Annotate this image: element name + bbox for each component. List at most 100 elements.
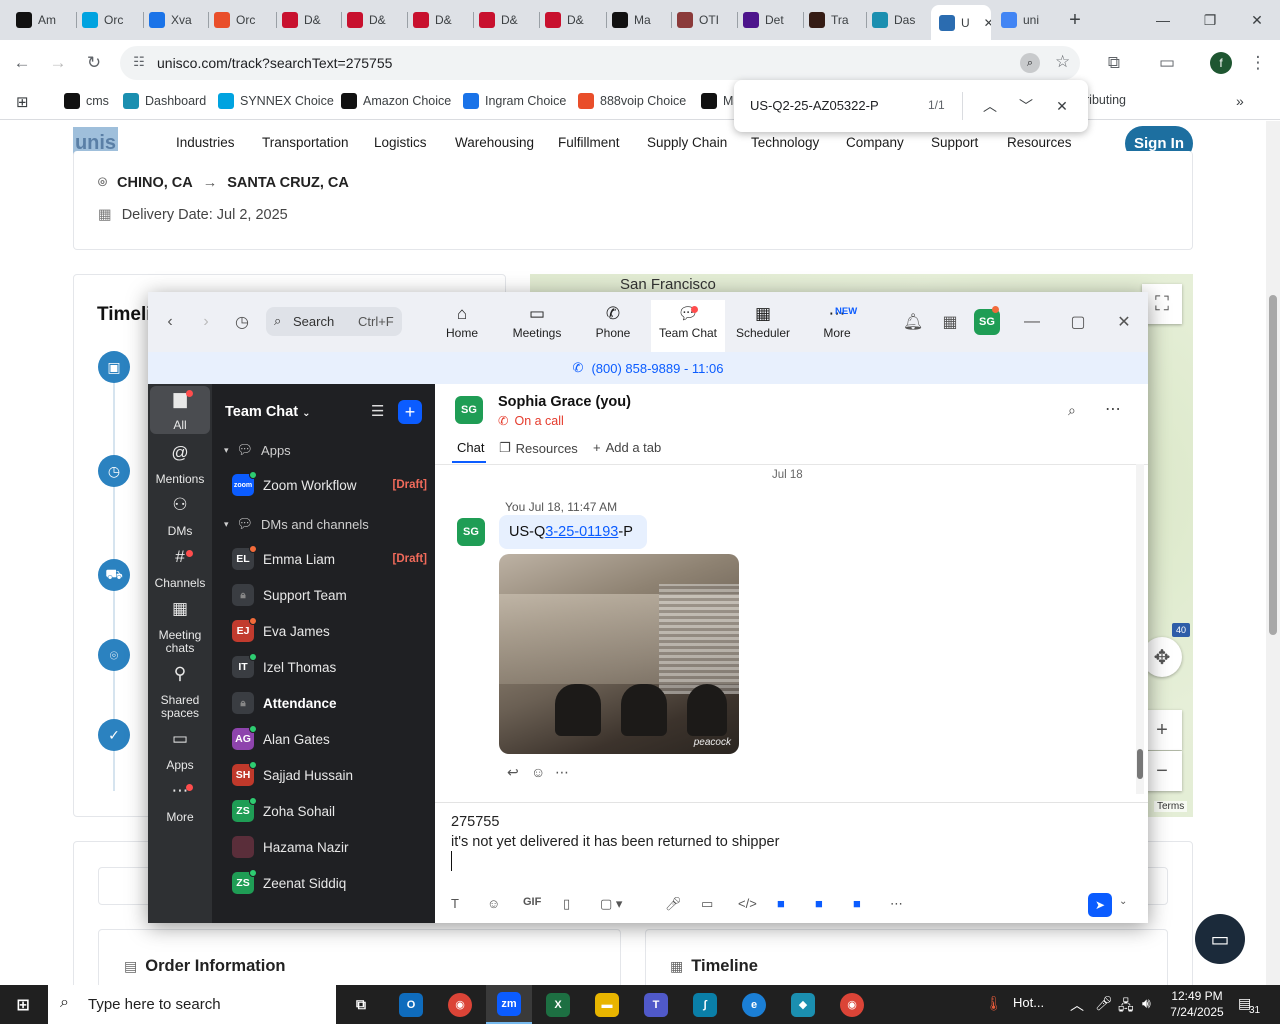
video-message-icon[interactable]: ▭ <box>701 896 713 912</box>
rail-item[interactable]: ⚇ DMs <box>150 496 210 538</box>
tray-chevron-icon[interactable]: ︿ <box>1070 995 1084 1015</box>
url-text[interactable]: unisco.com/track?searchText=275755 <box>157 55 392 71</box>
site-nav-link[interactable]: Logistics <box>374 135 427 150</box>
weather-text[interactable]: Hot... <box>1013 995 1044 1010</box>
chat-more-options-icon[interactable]: ⋯ <box>1105 399 1121 419</box>
history-icon[interactable]: ◷ <box>230 310 254 334</box>
chrome-icon[interactable]: ◉ <box>448 992 472 1017</box>
start-button[interactable]: ⊞ <box>0 985 46 1024</box>
bookmark-star-icon[interactable]: ☆ <box>1055 52 1070 72</box>
apps-grid-icon[interactable]: ⊞ <box>16 93 29 111</box>
rail-item[interactable]: ▭ Apps <box>150 730 210 772</box>
bookmark-item[interactable]: 888voip Choice <box>578 93 686 109</box>
chat-list-item[interactable]: zoom Zoom Workflow [Draft] <box>232 471 427 498</box>
map-zoom-in-button[interactable]: + <box>1142 710 1182 750</box>
teams-icon[interactable]: T <box>644 992 668 1017</box>
find-in-page-icon[interactable]: ⌕ <box>1020 53 1040 73</box>
bookmark-item[interactable]: SYNNEX Choice <box>218 93 334 109</box>
tab-add[interactable]: + Add a tab <box>593 440 661 455</box>
bookmark-item[interactable]: Amazon Choice <box>341 93 451 109</box>
file-explorer-icon[interactable]: ▬ <box>595 992 619 1017</box>
browser-tab[interactable]: Tra <box>809 8 865 32</box>
chat-search-icon[interactable]: ⌕ <box>1068 402 1076 419</box>
zoom-tab[interactable]: 💬︎ Team Chat <box>651 300 725 352</box>
chat-list-item[interactable]: Hazama Nazir <box>232 834 427 860</box>
attach-file-icon[interactable]: ▯ <box>563 896 570 912</box>
zoom-close-button[interactable]: ✕ <box>1112 310 1136 334</box>
dms-section-header[interactable]: ▾ 💬︎ DMs and channels <box>224 516 369 532</box>
find-next-button[interactable]: ﹀ <box>1014 94 1038 118</box>
tab-resources[interactable]: ❐ Resources <box>499 440 578 456</box>
notifications-bell-icon[interactable]: 🔔︎ <box>901 310 925 334</box>
app-clips-icon[interactable]: ■ <box>815 896 823 911</box>
browser-tab[interactable]: D& <box>479 8 535 32</box>
chat-list-item[interactable]: ZS Zoha Sohail <box>232 797 427 824</box>
site-nav-link[interactable]: Technology <box>751 135 819 150</box>
map-pan-control[interactable]: ✥ <box>1142 637 1182 677</box>
screenshot-icon[interactable]: ▢ ▾ <box>600 896 622 912</box>
add-reaction-icon[interactable]: ☺ <box>531 764 545 780</box>
map-fullscreen-button[interactable]: ⛶ <box>1142 284 1182 324</box>
rail-item[interactable]: ▆ All <box>150 386 210 434</box>
compose-line-1[interactable]: 275755 <box>451 814 499 830</box>
weather-icon[interactable]: 🌡︎ <box>985 995 1003 1012</box>
chat-list-item[interactable]: EL Emma Liam [Draft] <box>232 545 427 572</box>
find-input[interactable]: US-Q2-25-AZ05322-P <box>750 98 879 113</box>
restore-window-button[interactable]: ❐ <box>1190 6 1230 34</box>
browser-tab[interactable]: Det <box>743 8 799 32</box>
zoom-search-box[interactable]: ⌕ Search Ctrl+F <box>266 307 402 336</box>
address-bar[interactable]: ☷ unisco.com/track?searchText=275755 ⌕ ☆ <box>120 46 1080 80</box>
rail-item[interactable]: ⚲ Shared spaces <box>150 665 210 720</box>
send-options-chevron-icon[interactable]: ⌄ <box>1119 896 1127 907</box>
zoom-tab[interactable]: ▦ Scheduler <box>726 300 800 352</box>
find-close-button[interactable]: ✕ <box>1050 94 1074 118</box>
browser-tab[interactable]: D& <box>545 8 601 32</box>
chat-scrollbar-thumb[interactable] <box>1137 749 1143 779</box>
filter-icon[interactable]: ☰ <box>371 402 384 420</box>
rail-item[interactable]: # Channels <box>150 548 210 590</box>
team-chat-heading[interactable]: Team Chat ⌄ <box>225 404 310 420</box>
chat-header-avatar[interactable]: SG <box>455 396 483 424</box>
send-button[interactable]: ➤ <box>1088 893 1112 917</box>
map-terms-link[interactable]: Terms <box>1154 801 1188 812</box>
minimize-window-button[interactable]: — <box>1143 6 1183 34</box>
zoom-tab[interactable]: ✆ Phone <box>576 300 650 352</box>
site-nav-link[interactable]: Supply Chain <box>647 135 727 150</box>
network-icon[interactable]: 🖧︎ <box>1118 995 1134 1019</box>
browser-tab[interactable]: Am <box>16 8 72 32</box>
gif-icon[interactable]: GIF <box>523 896 541 908</box>
chat-list-item[interactable]: IT Izel Thomas <box>232 653 427 680</box>
chat-scrollbar[interactable] <box>1136 464 1144 794</box>
browser-tab[interactable]: Orc <box>214 8 270 32</box>
message-more-icon[interactable]: ⋯ <box>555 764 569 781</box>
zoom-back-button[interactable]: ‹ <box>158 310 182 334</box>
emoji-icon[interactable]: ☺ <box>487 896 500 911</box>
browser-tab[interactable]: D& <box>347 8 403 32</box>
browser-tab[interactable]: Das <box>872 8 928 32</box>
browser-tab[interactable]: U ✕ <box>931 5 991 40</box>
browser-tab[interactable]: uni <box>1001 8 1057 32</box>
message-avatar[interactable]: SG <box>457 518 485 546</box>
format-text-icon[interactable]: T <box>451 896 459 911</box>
back-button[interactable]: ← <box>8 49 36 77</box>
chat-list-item[interactable]: ZS Zeenat Siddiq <box>232 869 427 896</box>
edge-icon[interactable]: e <box>742 992 766 1017</box>
close-window-button[interactable]: ✕ <box>1237 6 1277 34</box>
profile-avatar[interactable]: f <box>1210 52 1232 74</box>
message-link[interactable]: 3-25-01193 <box>545 524 618 540</box>
zoom-app-icon[interactable]: zm <box>497 991 521 1016</box>
bookmark-item[interactable]: Ingram Choice <box>463 93 566 109</box>
calendar-panel-icon[interactable]: ▦ <box>938 310 962 334</box>
bookmark-item[interactable]: ributing <box>1085 93 1126 107</box>
site-nav-link[interactable]: Industries <box>176 135 235 150</box>
site-nav-link[interactable]: Support <box>931 135 978 150</box>
more-bookmarks-icon[interactable]: » <box>1236 93 1244 109</box>
message-compose-box[interactable]: 275755 it's not yet delivered it has bee… <box>435 802 1148 923</box>
microphone-icon[interactable]: 🎤︎ <box>1095 995 1113 1012</box>
code-snippet-icon[interactable]: </> <box>738 896 757 911</box>
reload-button[interactable]: ↻ <box>80 49 108 77</box>
chat-list-item[interactable]: 🔒︎ Attendance <box>232 690 427 716</box>
chat-contact-name[interactable]: Sophia Grace (you) <box>498 394 631 410</box>
chrome-profile-icon[interactable]: ◉ <box>840 992 864 1017</box>
reply-icon[interactable]: ↩ <box>507 764 519 781</box>
